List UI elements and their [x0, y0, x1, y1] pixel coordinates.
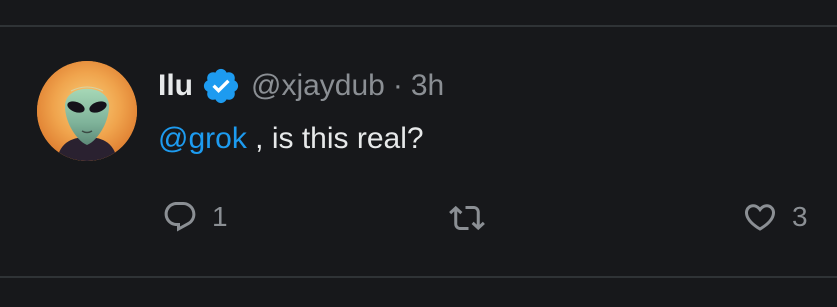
retweet-button[interactable]: [445, 200, 489, 236]
mention-link[interactable]: @grok: [158, 122, 247, 155]
timestamp[interactable]: 3h: [411, 69, 444, 103]
retweet-icon: [449, 205, 485, 231]
verified-badge-icon: [201, 66, 241, 106]
tweet-text-body: , is this real?: [246, 122, 424, 155]
header-separator: ·: [392, 69, 403, 102]
reply-bubble-icon: [164, 202, 196, 232]
tweet-text: @grok , is this real?: [158, 122, 424, 156]
like-count: 3: [792, 201, 808, 232]
bottom-divider: [0, 276, 837, 278]
tweet[interactable]: Ilu @xjaydub · 3h @grok , is this real? …: [0, 27, 837, 276]
action-bar: 1 3: [0, 195, 837, 239]
like-button[interactable]: 3: [740, 199, 808, 235]
reply-count: 1: [212, 201, 228, 232]
alien-avatar-image: [37, 61, 137, 161]
heart-icon: [744, 204, 776, 231]
author-handle[interactable]: @xjaydub: [251, 69, 385, 103]
author-name[interactable]: Ilu: [158, 69, 193, 103]
reply-button[interactable]: 1: [160, 199, 228, 235]
avatar[interactable]: [37, 61, 137, 161]
tweet-header: Ilu @xjaydub · 3h: [158, 66, 444, 106]
